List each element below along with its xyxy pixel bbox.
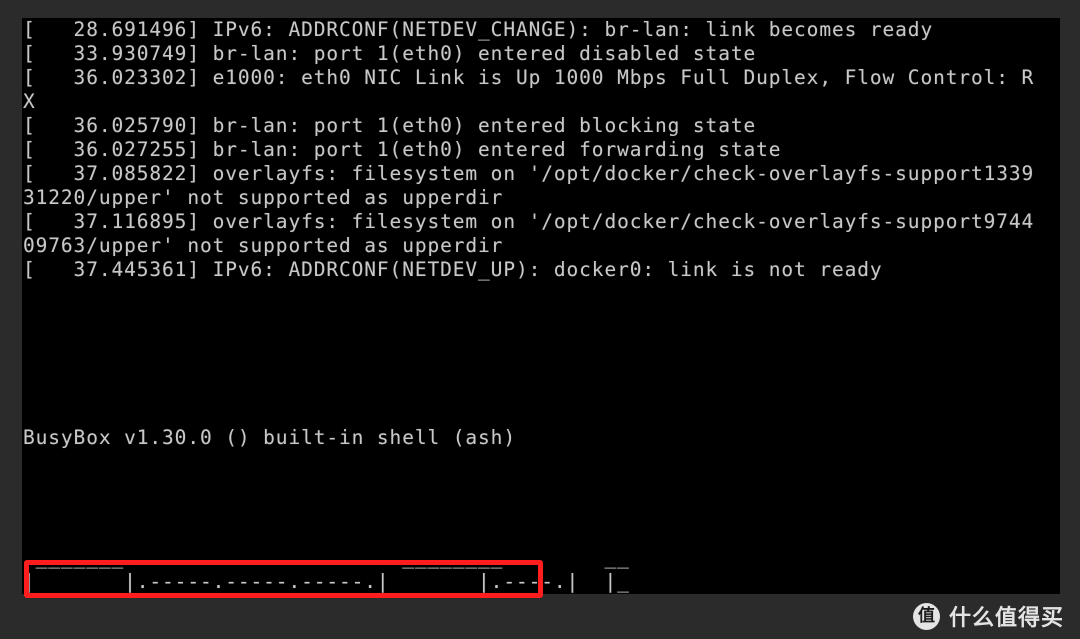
kernel-log-line: [ 37.445361] IPv6: ADDRCONF(NETDEV_UP): …: [23, 258, 883, 281]
terminal-console[interactable]: [ 28.691496] IPv6: ADDRCONF(NETDEV_CHANG…: [22, 18, 1060, 594]
kernel-log-line: [ 36.025790] br-lan: port 1(eth0) entere…: [23, 114, 757, 137]
openwrt-logo-line: | |.-----.-----.-----.| |.----.| |_: [23, 570, 630, 593]
kernel-log-line: [ 37.116895] overlayfs: filesystem on '/…: [23, 210, 1035, 233]
kernel-log-line: X: [23, 90, 36, 113]
watermark-label: 什么值得买: [948, 606, 1064, 631]
smzdm-logo-icon: 值: [912, 602, 940, 630]
kernel-log-line: [ 36.023302] e1000: eth0 NIC Link is Up …: [23, 66, 1035, 89]
openwrt-logo-line: _______ ________ __: [23, 546, 630, 569]
busybox-banner: BusyBox v1.30.0 () built-in shell (ash): [23, 426, 516, 449]
kernel-log-line: [ 33.930749] br-lan: port 1(eth0) entere…: [23, 42, 757, 65]
kernel-log-line: 09763/upper' not supported as upperdir: [23, 234, 504, 257]
kernel-log-line: [ 36.027255] br-lan: port 1(eth0) entere…: [23, 138, 782, 161]
kernel-log-line: 31220/upper' not supported as upperdir: [23, 186, 504, 209]
kernel-log-line: [ 28.691496] IPv6: ADDRCONF(NETDEV_CHANG…: [23, 18, 934, 41]
kernel-log-line: [ 37.085822] overlayfs: filesystem on '/…: [23, 162, 1035, 185]
terminal-output: [ 28.691496] IPv6: ADDRCONF(NETDEV_CHANG…: [22, 18, 1034, 594]
watermark: 值 什么值得买: [912, 600, 1064, 632]
screenshot-root: [ 28.691496] IPv6: ADDRCONF(NETDEV_CHANG…: [0, 0, 1080, 639]
